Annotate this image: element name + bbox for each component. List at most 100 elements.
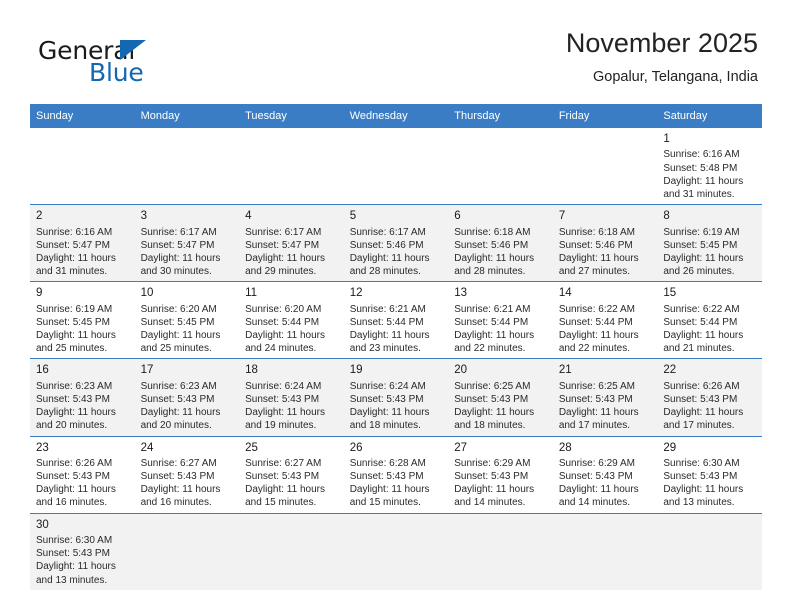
page-subtitle: Gopalur, Telangana, India bbox=[592, 69, 758, 86]
calendar-day-cell[interactable]: 6 Sunrise: 6:18 AM Sunset: 5:46 PM Daylight… bbox=[448, 204, 553, 282]
sun-info-daylight1: Daylight: 11 hours bbox=[663, 252, 744, 264]
calendar-day-cell[interactable]: 30 Sunrise: 6:30 AM Sunset: 5:43 PM Dayligh… bbox=[30, 512, 135, 590]
calendar-day-cell[interactable]: 11 Sunrise: 6:20 AM Sunset: 5:44 PM Dayligh… bbox=[239, 281, 344, 359]
day-number: 10 bbox=[140, 287, 154, 300]
calendar-day-cell[interactable]: 1 Sunrise: 6:16 AM Sunset: 5:48 PM Daylight… bbox=[657, 126, 762, 205]
calendar-day-cell[interactable]: 21 Sunrise: 6:25 AM Sunset: 5:43 PM Dayligh… bbox=[552, 358, 658, 436]
sun-info-sunset: Sunset: 5:43 PM bbox=[663, 471, 738, 483]
sun-info: Sunrise: 6:24 AM Sunset: 5:43 PM Daylight:… bbox=[245, 380, 338, 433]
sun-info-daylight2: and 18 minutes. bbox=[349, 420, 421, 432]
sun-info: Sunrise: 6:28 AM Sunset: 5:43 PM Daylight:… bbox=[350, 457, 443, 510]
sun-info: Sunrise: 6:25 AM Sunset: 5:43 PM Daylight:… bbox=[559, 380, 652, 433]
calendar-day-cell[interactable]: 3 Sunrise: 6:17 AM Sunset: 5:47 PM Daylight… bbox=[134, 204, 240, 282]
day-cell-content: 21 Sunrise: 6:25 AM Sunset: 5:43 PM Dayligh… bbox=[553, 359, 658, 435]
sun-info-daylight1: Daylight: 11 hours bbox=[36, 407, 116, 419]
day-number: 5 bbox=[349, 210, 357, 223]
calendar-day-cell-empty bbox=[657, 512, 762, 590]
calendar-day-cell[interactable]: 15 Sunrise: 6:22 AM Sunset: 5:44 PM Dayligh… bbox=[657, 281, 762, 359]
day-number: 22 bbox=[663, 364, 677, 377]
calendar-day-cell[interactable]: 25 Sunrise: 6:27 AM Sunset: 5:43 PM Dayligh… bbox=[239, 435, 344, 514]
day-number: 18 bbox=[245, 364, 258, 377]
sun-info-daylight2: and 31 minutes. bbox=[36, 266, 108, 278]
sun-info-daylight2: and 15 minutes. bbox=[245, 497, 317, 509]
sun-info-sunrise: Sunrise: 6:21 AM bbox=[349, 303, 426, 315]
day-number: 19 bbox=[349, 364, 363, 377]
calendar-day-cell[interactable]: 16 Sunrise: 6:23 AM Sunset: 5:43 PM Dayligh… bbox=[30, 358, 135, 436]
calendar-day-cell[interactable]: 26 Sunrise: 6:28 AM Sunset: 5:43 PM Dayligh… bbox=[343, 435, 449, 514]
calendar-day-cell[interactable]: 14 Sunrise: 6:22 AM Sunset: 5:44 PM Dayligh… bbox=[552, 281, 658, 359]
day-cell-content: 11 Sunrise: 6:20 AM Sunset: 5:44 PM Dayligh… bbox=[239, 282, 344, 358]
calendar-day-cell[interactable]: 4 Sunrise: 6:17 AM Sunset: 5:47 PM Daylight… bbox=[239, 204, 344, 282]
day-number: 2 bbox=[36, 210, 43, 223]
calendar-day-cell-empty bbox=[134, 512, 240, 590]
calendar-day-cell[interactable]: 8 Sunrise: 6:19 AM Sunset: 5:45 PM Daylight… bbox=[657, 204, 762, 282]
sun-info-sunrise: Sunrise: 6:25 AM bbox=[454, 380, 531, 392]
calendar-day-cell[interactable]: 13 Sunrise: 6:21 AM Sunset: 5:44 PM Dayligh… bbox=[448, 281, 553, 359]
calendar-day-cell[interactable]: 5 Sunrise: 6:17 AM Sunset: 5:46 PM Daylight… bbox=[343, 204, 449, 282]
sun-info-sunrise: Sunrise: 6:20 AM bbox=[245, 303, 322, 315]
sun-info-daylight1: Daylight: 11 hours bbox=[245, 407, 325, 419]
sun-info-daylight1: Daylight: 11 hours bbox=[349, 252, 430, 264]
sun-info-sunrise: Sunrise: 6:18 AM bbox=[454, 226, 531, 238]
calendar-day-cell-empty bbox=[30, 126, 135, 205]
day-cell-content: 1 Sunrise: 6:16 AM Sunset: 5:48 PM Daylight… bbox=[657, 128, 762, 204]
general-blue-logo[interactable]: General Blue bbox=[38, 38, 238, 94]
calendar-day-cell[interactable]: 17 Sunrise: 6:23 AM Sunset: 5:43 PM Dayligh… bbox=[134, 358, 240, 436]
sun-info-sunset: Sunset: 5:43 PM bbox=[245, 393, 320, 405]
sun-info-sunrise: Sunrise: 6:17 AM bbox=[245, 226, 322, 238]
sun-info-daylight2: and 16 minutes. bbox=[36, 497, 108, 509]
calendar-day-cell[interactable]: 27 Sunrise: 6:29 AM Sunset: 5:43 PM Dayligh… bbox=[448, 435, 553, 514]
day-number: 7 bbox=[558, 210, 566, 223]
sun-info-daylight1: Daylight: 11 hours bbox=[140, 252, 221, 264]
calendar-day-cell[interactable]: 22 Sunrise: 6:26 AM Sunset: 5:43 PM Dayligh… bbox=[657, 358, 762, 436]
sun-info-daylight1: Daylight: 11 hours bbox=[36, 330, 116, 341]
sun-info-sunset: Sunset: 5:44 PM bbox=[245, 316, 320, 328]
calendar-day-cell[interactable]: 7 Sunrise: 6:18 AM Sunset: 5:46 PM Daylight… bbox=[552, 204, 658, 282]
sun-info-daylight2: and 24 minutes. bbox=[245, 343, 317, 355]
day-number: 20 bbox=[454, 364, 468, 377]
calendar-week-row: 2 Sunrise: 6:16 AM Sunset: 5:47 PM Daylight… bbox=[30, 204, 762, 282]
calendar-day-cell[interactable]: 28 Sunrise: 6:29 AM Sunset: 5:43 PM Dayligh… bbox=[552, 435, 658, 514]
sun-info-sunset: Sunset: 5:43 PM bbox=[349, 471, 424, 483]
weekday-header-row: Sunday Monday Tuesday Wednesday Thursday… bbox=[30, 104, 762, 128]
sun-info-sunrise: Sunrise: 6:23 AM bbox=[140, 380, 217, 392]
sun-info-daylight2: and 14 minutes. bbox=[558, 497, 630, 509]
calendar-header-row: Sunday Monday Tuesday Wednesday Thursday… bbox=[30, 104, 762, 128]
calendar-day-cell[interactable]: 9 Sunrise: 6:19 AM Sunset: 5:45 PM Daylight… bbox=[30, 281, 135, 359]
calendar-day-cell[interactable]: 10 Sunrise: 6:20 AM Sunset: 5:45 PM Dayligh… bbox=[134, 281, 240, 359]
sun-info-sunrise: Sunrise: 6:19 AM bbox=[663, 226, 740, 238]
calendar-day-cell[interactable]: 29 Sunrise: 6:30 AM Sunset: 5:43 PM Dayligh… bbox=[657, 435, 762, 514]
weekday-header-thursday: Thursday bbox=[448, 104, 553, 128]
calendar-day-cell[interactable]: 24 Sunrise: 6:27 AM Sunset: 5:43 PM Dayligh… bbox=[134, 435, 240, 514]
sun-info: Sunrise: 6:16 AM Sunset: 5:47 PM Daylight:… bbox=[36, 226, 129, 279]
sun-info-sunrise: Sunrise: 6:30 AM bbox=[663, 457, 740, 469]
logo-text-blue: Blue bbox=[89, 58, 144, 87]
sun-info-sunset: Sunset: 5:43 PM bbox=[454, 393, 529, 405]
calendar-day-cell[interactable]: 20 Sunrise: 6:25 AM Sunset: 5:43 PM Dayligh… bbox=[448, 358, 553, 436]
sun-info: Sunrise: 6:27 AM Sunset: 5:43 PM Daylight:… bbox=[141, 457, 234, 510]
calendar-day-cell[interactable]: 12 Sunrise: 6:21 AM Sunset: 5:44 PM Dayligh… bbox=[343, 281, 449, 359]
day-number: 29 bbox=[663, 441, 677, 454]
page-title: November 2025 bbox=[565, 28, 758, 58]
calendar-day-cell-empty bbox=[343, 126, 449, 205]
day-cell-content: 4 Sunrise: 6:17 AM Sunset: 5:47 PM Daylight… bbox=[239, 205, 344, 281]
calendar-day-cell[interactable]: 18 Sunrise: 6:24 AM Sunset: 5:43 PM Dayligh… bbox=[239, 358, 344, 436]
calendar-day-cell[interactable]: 23 Sunrise: 6:26 AM Sunset: 5:43 PM Dayligh… bbox=[30, 435, 135, 514]
day-cell-content: 6 Sunrise: 6:18 AM Sunset: 5:46 PM Daylight… bbox=[448, 205, 553, 281]
sun-info-sunrise: Sunrise: 6:24 AM bbox=[349, 380, 426, 392]
sun-info-sunset: Sunset: 5:46 PM bbox=[454, 239, 529, 251]
calendar-day-cell[interactable]: 2 Sunrise: 6:16 AM Sunset: 5:47 PM Daylight… bbox=[30, 204, 135, 282]
sun-info-daylight1: Daylight: 11 hours bbox=[454, 252, 535, 264]
calendar-day-cell[interactable]: 19 Sunrise: 6:24 AM Sunset: 5:43 PM Dayligh… bbox=[343, 358, 449, 436]
calendar-day-cell-empty bbox=[552, 512, 658, 590]
day-number: 1 bbox=[663, 133, 670, 145]
sun-info: Sunrise: 6:23 AM Sunset: 5:43 PM Daylight:… bbox=[36, 380, 129, 433]
calendar-week-row: 9 Sunrise: 6:19 AM Sunset: 5:45 PM Daylight… bbox=[30, 281, 762, 359]
sun-info-daylight1: Daylight: 11 hours bbox=[140, 484, 221, 496]
logo-triangle-icon bbox=[120, 40, 146, 60]
sun-info-daylight2: and 19 minutes. bbox=[245, 420, 317, 432]
sun-info: Sunrise: 6:30 AM Sunset: 5:43 PM Daylight:… bbox=[36, 534, 129, 587]
day-cell-content: 9 Sunrise: 6:19 AM Sunset: 5:45 PM Daylight… bbox=[30, 282, 135, 358]
sun-info: Sunrise: 6:26 AM Sunset: 5:43 PM Daylight:… bbox=[36, 457, 129, 510]
calendar-week-row: 30 Sunrise: 6:30 AM Sunset: 5:43 PM Dayligh… bbox=[30, 512, 762, 590]
